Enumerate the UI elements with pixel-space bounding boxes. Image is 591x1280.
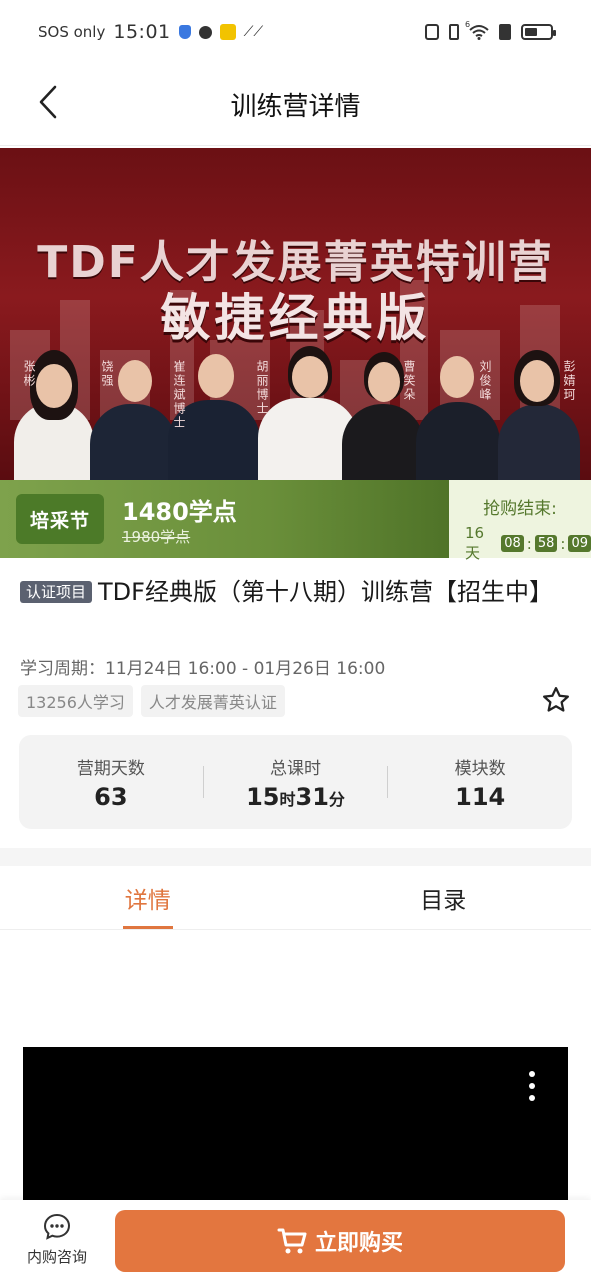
stats-card: 营期天数 63 总课时 15时31分 模块数 114 (19, 735, 572, 829)
hours-unit: 时 (279, 789, 296, 809)
stat-label: 营期天数 (76, 758, 145, 779)
course-title: TDF经典版（第十八期）训练营【招生中】 (98, 578, 553, 606)
status-time: 15:01 (113, 21, 171, 43)
more-vertical-icon (529, 1071, 535, 1077)
wifi-icon: 6 (465, 20, 489, 40)
speaker-body (416, 402, 500, 480)
course-tags: 13256人学习 人才发展菁英认证 (18, 685, 285, 717)
favorite-button[interactable] (538, 682, 574, 718)
countdown-title: 抢购结束: (483, 499, 557, 519)
countdown-days: 16天 (465, 524, 485, 562)
nav-bar: 训练营详情 (0, 64, 591, 146)
buy-now-label: 立即购买 (314, 1231, 403, 1256)
chat-icon (43, 1213, 71, 1240)
link-status-icon: ⟋⟋ (243, 24, 264, 40)
stat-value: 114 (455, 782, 506, 811)
countdown-separator: : (560, 534, 566, 553)
video-more-button[interactable] (524, 1071, 540, 1101)
back-button[interactable] (30, 82, 66, 122)
hours-value: 15 (246, 782, 280, 811)
speaker-head (198, 354, 234, 398)
stat-days: 营期天数 63 (19, 754, 203, 811)
course-title-block: 认证项目 TDF经典版（第十八期）训练营【招生中】 (20, 574, 575, 610)
more-vertical-icon (529, 1083, 535, 1089)
countdown-seconds: 09 (568, 535, 591, 552)
learners-tag: 13256人学习 (18, 685, 133, 717)
bottom-action-bar: 内购咨询 立即购买 (0, 1200, 591, 1280)
speaker-name: 饶强 (100, 360, 114, 388)
section-divider (0, 848, 591, 866)
stat-value: 15时31分 (204, 783, 388, 811)
video-player[interactable] (23, 1047, 568, 1207)
shield-status-icon (178, 25, 191, 39)
study-period: 学习周期：11月24日 16:00 - 01月26日 16:00 (20, 659, 386, 679)
speaker-name: 胡丽博士 (255, 360, 269, 416)
speaker-body (90, 404, 176, 480)
more-vertical-icon (529, 1095, 535, 1101)
close-status-icon (198, 25, 212, 39)
countdown-separator: : (526, 534, 532, 553)
status-right: 6 (425, 20, 556, 40)
minutes-unit: 分 (328, 789, 345, 809)
countdown-section: 抢购结束: 16天 08 : 58 : 09 (449, 480, 591, 562)
banner-title-line2: 敏捷经典版 (160, 289, 431, 347)
speaker-head (118, 360, 152, 402)
countdown-hours: 08 (501, 535, 524, 552)
page-title: 训练营详情 (230, 92, 361, 122)
countdown-minutes: 58 (534, 535, 558, 552)
detail-tabs: 详情 目录 (0, 866, 591, 930)
speaker-name: 崔连斌博士 (172, 360, 186, 430)
speaker-name: 彭婧珂 (562, 360, 576, 402)
promo-badge: 培采节 (16, 494, 104, 544)
star-icon (543, 687, 569, 712)
speaker-head (520, 360, 554, 402)
minutes-value: 31 (295, 782, 329, 811)
back-arrow-icon (39, 85, 57, 119)
buy-now-button[interactable]: 立即购买 (115, 1210, 565, 1272)
nfc-icon (425, 24, 439, 40)
carrier-label: SOS only (38, 23, 106, 41)
speaker-head (36, 364, 72, 408)
stat-hours: 总课时 15时31分 (204, 754, 388, 811)
original-price: 1980学点 (122, 528, 191, 546)
alert-icon (499, 24, 511, 40)
app-status-icon (219, 24, 236, 40)
tab-catalog[interactable]: 目录 (296, 866, 591, 929)
current-price: 1480学点 (122, 498, 237, 526)
price-bar: 培采节 1480学点 1980学点 抢购结束: 16天 08 : 58 : 09 (0, 480, 591, 562)
vibrate-icon (449, 24, 459, 40)
speaker-head (292, 356, 328, 398)
speaker-body (342, 404, 424, 480)
course-banner[interactable]: TDF人才发展菁英特训营 敏捷经典版 张彬 饶强 崔连斌博士 胡丽博士 曹笑朵 … (0, 148, 591, 480)
countdown-timer: 16天 08 : 58 : 09 (465, 524, 591, 563)
speaker-head (368, 362, 400, 402)
cart-icon (277, 1228, 307, 1254)
stat-label: 总课时 (270, 758, 321, 779)
stat-label: 模块数 (454, 758, 506, 779)
category-tag: 人才发展菁英认证 (140, 685, 285, 717)
battery-icon (521, 24, 556, 40)
price-section: 培采节 1480学点 1980学点 (0, 480, 449, 558)
status-bar: SOS only 15:01 ⟋⟋ 6 (0, 0, 591, 64)
stat-modules: 模块数 114 (388, 754, 572, 811)
speaker-head (440, 356, 474, 398)
speaker-body (498, 404, 580, 480)
status-left: SOS only 15:01 ⟋⟋ (38, 21, 263, 43)
cert-tag: 认证项目 (20, 581, 93, 603)
tab-details[interactable]: 详情 (0, 866, 296, 929)
consult-button[interactable]: 内购咨询 (22, 1212, 92, 1272)
speaker-name: 张彬 (22, 360, 36, 388)
stat-value: 63 (94, 782, 128, 811)
signal-label: 6 (465, 20, 471, 29)
speaker-name: 刘俊峰 (478, 360, 492, 402)
consult-label: 内购咨询 (26, 1248, 87, 1266)
